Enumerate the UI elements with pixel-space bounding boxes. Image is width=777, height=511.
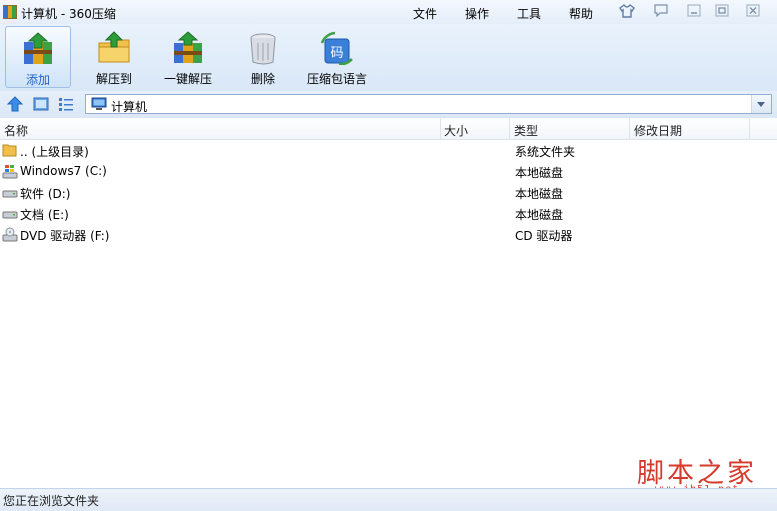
window-title: 计算机 - 360压缩 bbox=[21, 7, 116, 21]
item-name: .. (上级目录) bbox=[20, 145, 89, 159]
menu-help[interactable]: 帮助 bbox=[569, 5, 593, 22]
item-type: 系统文件夹 bbox=[515, 145, 576, 159]
list-item[interactable]: 软件 (D:) 本地磁盘 bbox=[0, 182, 777, 203]
maximize-button[interactable] bbox=[713, 4, 731, 19]
up-arrow-icon[interactable] bbox=[6, 95, 24, 113]
close-button[interactable] bbox=[744, 4, 762, 19]
extract-folder-icon bbox=[98, 31, 130, 63]
title-bar: 计算机 - 360压缩 文件 操作 工具 帮助 bbox=[0, 0, 777, 24]
archive-language-icon: 码 bbox=[320, 31, 353, 65]
main-toolbar: 添加 解压到 一键解压 删除 码 压缩包语言 bbox=[0, 24, 777, 92]
computer-icon bbox=[91, 97, 107, 111]
item-name: 文档 (E:) bbox=[20, 208, 69, 222]
address-bar: 计算机 bbox=[0, 91, 777, 118]
item-name: 软件 (D:) bbox=[20, 187, 71, 201]
column-modified[interactable]: 修改日期 bbox=[634, 122, 682, 139]
menu-file[interactable]: 文件 bbox=[413, 5, 437, 22]
archive-language-badge: 码 bbox=[330, 46, 343, 61]
delete-label: 删除 bbox=[250, 72, 275, 86]
column-separator[interactable] bbox=[440, 118, 441, 139]
add-label: 添加 bbox=[25, 73, 50, 87]
column-separator[interactable] bbox=[629, 118, 630, 139]
column-name[interactable]: 名称 bbox=[4, 122, 28, 139]
app-icon bbox=[3, 5, 17, 19]
one-click-extract-label: 一键解压 bbox=[163, 72, 212, 86]
address-input[interactable]: 计算机 bbox=[85, 94, 772, 114]
hard-drive-icon bbox=[2, 206, 18, 220]
item-name: DVD 驱动器 (F:) bbox=[20, 229, 110, 243]
item-type: 本地磁盘 bbox=[515, 166, 564, 180]
dvd-drive-icon bbox=[2, 227, 18, 242]
list-item[interactable]: 文档 (E:) 本地磁盘 bbox=[0, 203, 777, 224]
menu-operate[interactable]: 操作 bbox=[465, 5, 489, 22]
archive-language-button[interactable]: 码 压缩包语言 bbox=[306, 26, 368, 88]
folder-up-icon bbox=[2, 143, 17, 157]
trash-bin-icon bbox=[250, 33, 276, 65]
list-item[interactable]: .. (上级目录) 系统文件夹 bbox=[0, 140, 777, 161]
hard-drive-icon bbox=[2, 185, 18, 199]
column-header: 名称 大小 类型 修改日期 bbox=[0, 118, 777, 140]
delete-button[interactable]: 删除 bbox=[242, 26, 284, 88]
one-click-extract-button[interactable]: 一键解压 bbox=[160, 26, 216, 88]
item-type: 本地磁盘 bbox=[515, 187, 564, 201]
add-archive-icon bbox=[24, 32, 52, 64]
windows-drive-icon bbox=[2, 164, 18, 179]
column-size[interactable]: 大小 bbox=[444, 122, 468, 139]
address-path: 计算机 bbox=[111, 100, 148, 114]
item-type: 本地磁盘 bbox=[515, 208, 564, 222]
list-item[interactable]: DVD 驱动器 (F:) CD 驱动器 bbox=[0, 224, 777, 245]
item-type: CD 驱动器 bbox=[515, 229, 573, 243]
column-separator[interactable] bbox=[749, 118, 750, 139]
extract-to-label: 解压到 bbox=[95, 72, 132, 86]
add-button[interactable]: 添加 bbox=[5, 26, 71, 88]
item-name: Windows7 (C:) bbox=[20, 164, 107, 178]
menu-tools[interactable]: 工具 bbox=[517, 5, 541, 22]
list-view-icon[interactable] bbox=[57, 95, 75, 113]
column-separator[interactable] bbox=[509, 118, 510, 139]
status-text: 您正在浏览文件夹 bbox=[3, 494, 100, 508]
list-item[interactable]: Windows7 (C:) 本地磁盘 bbox=[0, 161, 777, 182]
one-click-extract-icon bbox=[174, 31, 202, 63]
thumbnail-view-icon[interactable] bbox=[32, 95, 50, 113]
column-type[interactable]: 类型 bbox=[514, 122, 538, 139]
skin-shirt-icon[interactable] bbox=[618, 4, 636, 19]
minimize-button[interactable] bbox=[685, 4, 703, 19]
extract-to-button[interactable]: 解压到 bbox=[85, 26, 143, 88]
status-bar: 您正在浏览文件夹 bbox=[0, 488, 777, 511]
feedback-icon[interactable] bbox=[652, 4, 670, 19]
address-dropdown-button[interactable] bbox=[751, 95, 771, 113]
archive-language-label: 压缩包语言 bbox=[306, 72, 367, 86]
